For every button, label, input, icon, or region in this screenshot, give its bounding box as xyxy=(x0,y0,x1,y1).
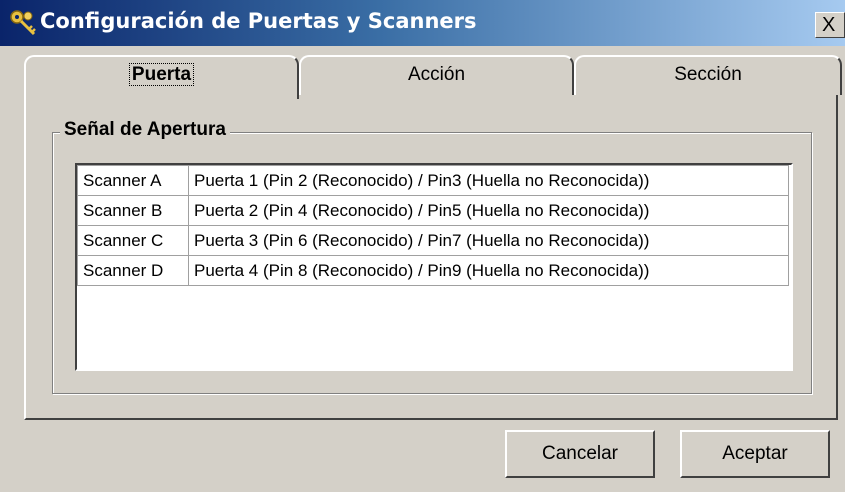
tab-puerta[interactable]: Puerta xyxy=(24,55,299,99)
tab-puerta-label: Puerta xyxy=(128,63,195,86)
scanner-list[interactable]: Scanner A Puerta 1 (Pin 2 (Reconocido) /… xyxy=(75,163,793,371)
table-row[interactable]: Scanner C Puerta 3 (Pin 6 (Reconocido) /… xyxy=(77,225,789,256)
description-cell: Puerta 2 (Pin 4 (Reconocido) / Pin5 (Hue… xyxy=(188,195,789,226)
tab-seccion-label: Sección xyxy=(674,64,742,85)
description-cell: Puerta 4 (Pin 8 (Reconocido) / Pin9 (Hue… xyxy=(188,255,789,286)
description-cell: Puerta 1 (Pin 2 (Reconocido) / Pin3 (Hue… xyxy=(188,165,789,196)
tab-accion[interactable]: Acción xyxy=(299,55,574,95)
description-cell: Puerta 3 (Pin 6 (Reconocido) / Pin7 (Hue… xyxy=(188,225,789,256)
scanner-table: Scanner A Puerta 1 (Pin 2 (Reconocido) /… xyxy=(77,165,789,286)
scanner-cell: Scanner A xyxy=(77,165,189,196)
tab-seccion[interactable]: Sección xyxy=(574,55,842,95)
keys-icon xyxy=(8,8,38,38)
close-button[interactable]: X xyxy=(815,12,845,38)
title-bar[interactable]: Configuración de Puertas y Scanners X xyxy=(0,0,845,46)
tab-strip: Puerta Acción Sección xyxy=(24,55,845,99)
window-title: Configuración de Puertas y Scanners xyxy=(40,9,477,33)
tab-accion-label: Acción xyxy=(407,64,466,85)
table-row[interactable]: Scanner A Puerta 1 (Pin 2 (Reconocido) /… xyxy=(77,165,789,196)
scanner-cell: Scanner B xyxy=(77,195,189,226)
config-dialog: Configuración de Puertas y Scanners X Pu… xyxy=(0,0,845,492)
cancel-button[interactable]: Cancelar xyxy=(505,430,655,478)
scanner-cell: Scanner D xyxy=(77,255,189,286)
accept-button[interactable]: Aceptar xyxy=(680,430,830,478)
table-row[interactable]: Scanner B Puerta 2 (Pin 4 (Reconocido) /… xyxy=(77,195,789,226)
scanner-cell: Scanner C xyxy=(77,225,189,256)
table-row[interactable]: Scanner D Puerta 4 (Pin 8 (Reconocido) /… xyxy=(77,255,789,286)
group-title: Señal de Apertura xyxy=(60,119,230,141)
